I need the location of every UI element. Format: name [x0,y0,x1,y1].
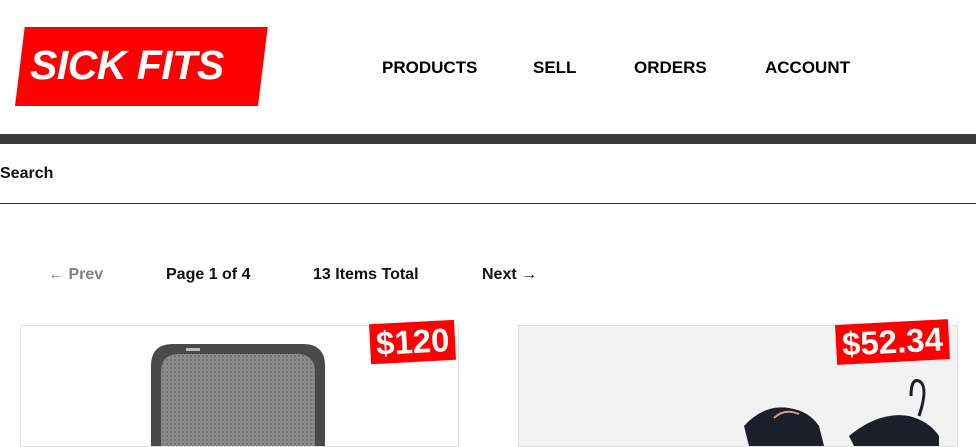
search-input[interactable]: Search [0,165,53,183]
nav-products[interactable]: PRODUCTS [382,58,477,78]
price-tag: $120 [369,319,457,365]
logo[interactable]: SICK FITS [30,42,224,89]
site-header: SICK FITS PRODUCTS SELL ORDERS ACCOUNT [0,0,976,134]
price-tag: $52.34 [835,319,950,365]
search-underline [0,203,976,204]
prev-link[interactable]: ← Prev [48,266,103,284]
page-indicator: Page 1 of 4 [166,266,251,283]
nav-account[interactable]: ACCOUNT [765,58,850,78]
header-divider-bar [0,134,976,144]
nav-orders[interactable]: ORDERS [634,58,707,78]
items-total: 13 Items Total [313,266,419,283]
nav-sell[interactable]: SELL [533,58,576,78]
next-link[interactable]: Next → [482,266,537,284]
